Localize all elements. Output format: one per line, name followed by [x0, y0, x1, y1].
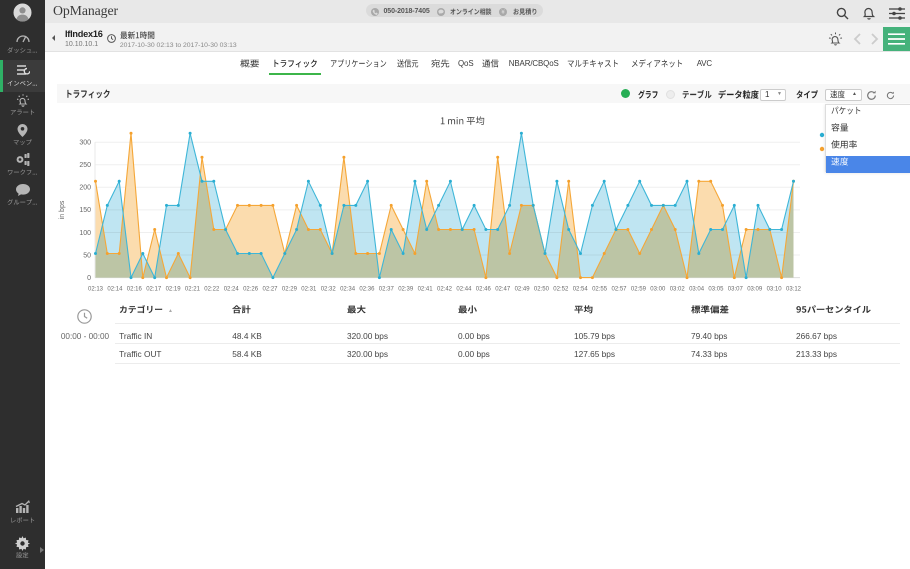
svg-text:02:31: 02:31 — [301, 286, 317, 292]
svg-text:02:55: 02:55 — [592, 286, 608, 292]
svg-text:02:34: 02:34 — [340, 286, 356, 292]
svg-text:03:09: 03:09 — [747, 286, 763, 292]
svg-text:03:07: 03:07 — [728, 286, 744, 292]
svg-text:02:37: 02:37 — [379, 286, 395, 292]
svg-text:02:57: 02:57 — [611, 286, 627, 292]
svg-text:200: 200 — [79, 185, 91, 192]
svg-text:02:41: 02:41 — [418, 286, 434, 292]
svg-text:02:27: 02:27 — [262, 286, 278, 292]
svg-text:150: 150 — [79, 207, 91, 214]
svg-text:02:19: 02:19 — [166, 286, 182, 292]
svg-text:03:02: 03:02 — [670, 286, 686, 292]
svg-text:02:52: 02:52 — [553, 286, 569, 292]
svg-text:02:21: 02:21 — [185, 286, 201, 292]
svg-text:02:59: 02:59 — [631, 286, 647, 292]
svg-text:03:10: 03:10 — [767, 286, 783, 292]
svg-text:02:26: 02:26 — [243, 286, 259, 292]
svg-text:02:47: 02:47 — [495, 286, 511, 292]
svg-text:02:17: 02:17 — [146, 286, 162, 292]
svg-text:02:14: 02:14 — [107, 286, 123, 292]
svg-text:02:24: 02:24 — [224, 286, 240, 292]
svg-text:02:22: 02:22 — [204, 286, 220, 292]
svg-text:02:44: 02:44 — [456, 286, 472, 292]
svg-text:02:39: 02:39 — [398, 286, 414, 292]
svg-text:03:04: 03:04 — [689, 286, 705, 292]
svg-text:02:42: 02:42 — [437, 286, 453, 292]
svg-text:03:00: 03:00 — [650, 286, 666, 292]
svg-text:02:32: 02:32 — [321, 286, 337, 292]
svg-text:02:13: 02:13 — [88, 286, 104, 292]
svg-text:03:05: 03:05 — [708, 286, 724, 292]
svg-text:02:29: 02:29 — [282, 286, 298, 292]
svg-text:0: 0 — [87, 275, 91, 282]
svg-text:02:16: 02:16 — [127, 286, 143, 292]
svg-text:02:50: 02:50 — [534, 286, 550, 292]
svg-text:02:46: 02:46 — [476, 286, 492, 292]
svg-text:02:54: 02:54 — [573, 286, 589, 292]
svg-text:03:12: 03:12 — [786, 286, 802, 292]
svg-text:in bps: in bps — [59, 200, 66, 219]
svg-text:02:49: 02:49 — [515, 286, 531, 292]
svg-text:250: 250 — [79, 162, 91, 169]
svg-text:02:36: 02:36 — [359, 286, 375, 292]
svg-text:300: 300 — [79, 140, 91, 147]
svg-text:100: 100 — [79, 230, 91, 237]
svg-text:50: 50 — [83, 252, 91, 259]
